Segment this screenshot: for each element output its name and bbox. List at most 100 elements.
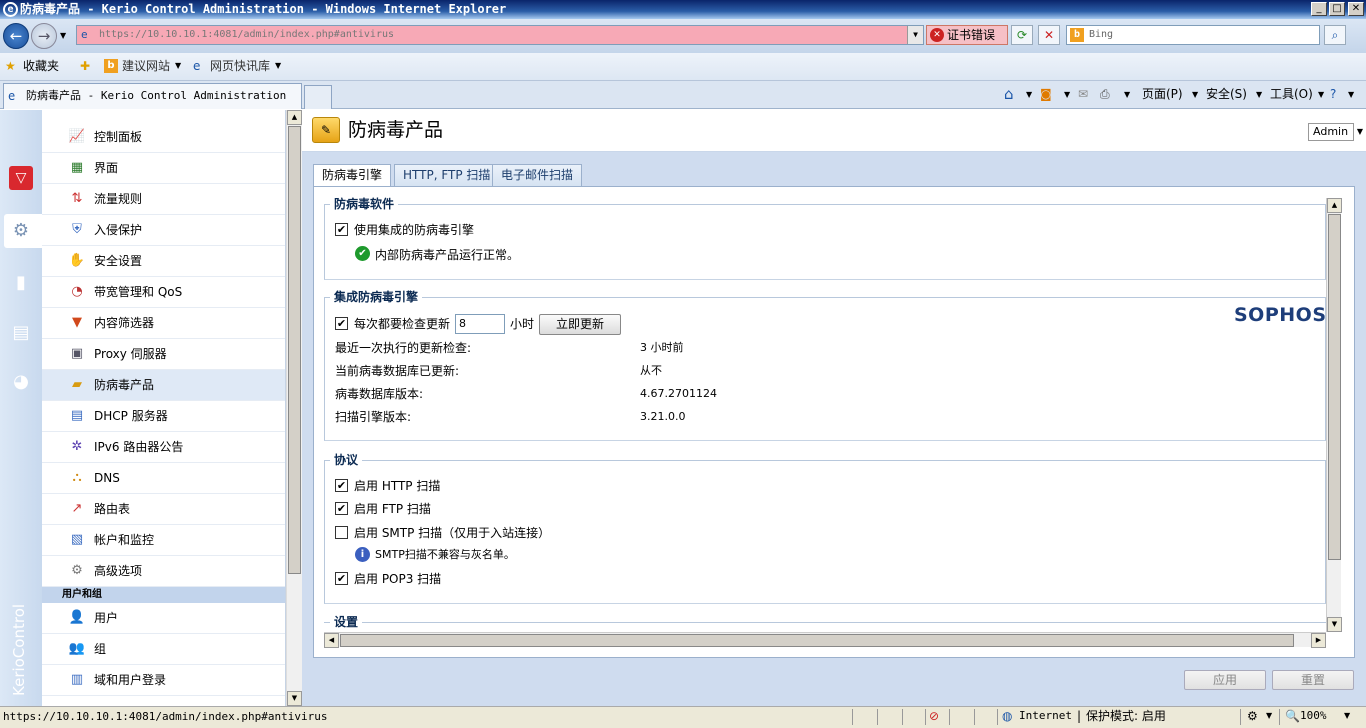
panel-scroll-thumb[interactable] (1328, 214, 1341, 560)
menu-item-routing[interactable]: ↗ 路由表 (42, 494, 285, 525)
tab-email-scanning[interactable]: 电子邮件扫描 (492, 164, 583, 186)
forward-button[interactable]: → (31, 23, 57, 49)
menu-item-domains[interactable]: ▥ 域和用户登录 (42, 665, 285, 696)
page-header: ✎ 防病毒产品 (302, 110, 1366, 152)
menu-item-interfaces[interactable]: ▦ 界面 (42, 153, 285, 184)
zoom-dropdown-icon[interactable]: ▼ (1344, 706, 1350, 726)
print-icon[interactable]: ⎙ (1100, 81, 1110, 108)
av-status-text: 内部防病毒产品运行正常。 (375, 248, 520, 262)
menu-item-intrusion-prevention[interactable]: ⛨ 入侵保护 (42, 215, 285, 246)
mail-icon[interactable]: ✉ (1078, 81, 1088, 108)
suggested-sites-link[interactable]: 建议网站 (122, 53, 170, 79)
admin-menu[interactable]: Admin ▼ (1308, 123, 1363, 141)
panel-vertical-scrollbar[interactable]: ▲ ▼ (1326, 198, 1342, 632)
menu-item-dns[interactable]: ⛬ DNS (42, 463, 285, 494)
menu-item-content-filter[interactable]: ▼ 内容筛选器 (42, 308, 285, 339)
help-dropdown-icon[interactable]: ▼ (1348, 81, 1354, 108)
close-window-button[interactable]: ✕ (1348, 2, 1364, 16)
tools-menu-dropdown-icon[interactable]: ▼ (1318, 81, 1324, 108)
web-slice-dropdown-icon[interactable]: ▼ (275, 53, 281, 79)
print-dropdown-icon[interactable]: ▼ (1124, 81, 1130, 108)
reset-button[interactable]: 重置 (1272, 670, 1354, 690)
home-dropdown-icon[interactable]: ▼ (1026, 81, 1032, 108)
panel-scroll-down-icon[interactable]: ▼ (1327, 617, 1342, 632)
window-title-bar: e 防病毒产品 - Kerio Control Administration -… (0, 0, 1366, 19)
recent-pages-dropdown-icon[interactable]: ▼ (60, 31, 66, 40)
safety-menu[interactable]: 安全(S) (1206, 81, 1247, 108)
add-favorite-icon[interactable]: ✚ (80, 53, 90, 79)
ftp-scan-checkbox[interactable]: ✔ (335, 502, 348, 515)
menu-item-proxy[interactable]: ▣ Proxy 伺服器 (42, 339, 285, 370)
page-menu[interactable]: 页面(P) (1142, 81, 1183, 108)
tab-http-ftp-scanning[interactable]: HTTP, FTP 扫描 (394, 164, 500, 186)
http-scan-checkbox[interactable]: ✔ (335, 479, 348, 492)
address-dropdown-icon[interactable]: ▼ (907, 26, 923, 44)
menu-scroll-up-icon[interactable]: ▲ (287, 110, 302, 125)
update-hours-input[interactable]: 8 (455, 314, 505, 334)
panel-hscroll-thumb[interactable] (340, 634, 1294, 647)
addons-icon[interactable]: ⚙ (1247, 706, 1258, 726)
back-button[interactable]: ← (3, 23, 29, 49)
statistics-section-icon[interactable]: ▮ (9, 271, 33, 295)
tab-antivirus-engine[interactable]: 防病毒引擎 (313, 164, 392, 187)
maximize-button[interactable]: □ (1329, 2, 1345, 16)
web-slice-link[interactable]: 网页快讯库 (210, 53, 270, 79)
new-tab-button[interactable] (304, 85, 332, 109)
menu-item-security-settings[interactable]: ✋ 安全设置 (42, 246, 285, 277)
menu-item-bandwidth[interactable]: ◔ 带宽管理和 QoS (42, 277, 285, 308)
logs-section-icon[interactable]: ▤ (9, 321, 33, 345)
refresh-button[interactable]: ⟳ (1011, 25, 1033, 45)
panel-scroll-right-icon[interactable]: ▶ (1311, 633, 1326, 648)
panel-horizontal-scrollbar[interactable]: ◀ ▶ (324, 632, 1326, 648)
minimize-button[interactable]: _ (1311, 2, 1327, 16)
reports-section-icon[interactable]: ◕ (9, 370, 33, 394)
funnel-icon: ▼ (72, 315, 82, 330)
gear-section-icon[interactable]: ⚙ (9, 219, 33, 243)
search-button[interactable]: ⌕ (1324, 25, 1346, 45)
addons-dropdown-icon[interactable]: ▼ (1266, 706, 1272, 726)
dhcp-icon: ▤ (70, 408, 84, 423)
smtp-scan-checkbox[interactable] (335, 526, 348, 539)
pop3-scan-checkbox[interactable]: ✔ (335, 572, 348, 585)
update-now-button[interactable]: 立即更新 (539, 314, 621, 335)
menu-item-ipv6[interactable]: ✲ IPv6 路由器公告 (42, 432, 285, 463)
use-integrated-checkbox[interactable]: ✔ (335, 223, 348, 236)
certificate-error-button[interactable]: ✕ 证书错误 (926, 25, 1008, 45)
hours-unit-label: 小时 (510, 317, 535, 331)
menu-item-dhcp[interactable]: ▤ DHCP 服务器 (42, 401, 285, 432)
stop-button[interactable]: ✕ (1038, 25, 1060, 45)
protected-mode-label[interactable]: 保护模式: 启用 (1086, 706, 1166, 726)
panel-scroll-left-icon[interactable]: ◀ (324, 633, 339, 648)
zoom-level[interactable]: 100% (1300, 706, 1327, 726)
menu-item-users[interactable]: 👤 用户 (42, 603, 285, 634)
page-menu-dropdown-icon[interactable]: ▼ (1192, 81, 1198, 108)
sophos-logo: SOPHOS (1234, 304, 1327, 326)
blocked-content-icon[interactable]: ⊘ (929, 706, 939, 726)
apply-button[interactable]: 应用 (1184, 670, 1266, 690)
safety-menu-dropdown-icon[interactable]: ▼ (1256, 81, 1262, 108)
pop3-scan-label: 启用 POP3 扫描 (354, 572, 442, 586)
check-updates-checkbox[interactable]: ✔ (335, 317, 348, 330)
help-icon[interactable]: ? (1330, 81, 1336, 108)
feeds-icon[interactable]: ◙ (1040, 81, 1052, 108)
menu-item-antivirus[interactable]: ▰ 防病毒产品 (42, 370, 285, 401)
av-software-fieldset (324, 204, 1326, 280)
security-section-icon[interactable]: ▽ (9, 166, 33, 190)
menu-item-accounting[interactable]: ▧ 帐户和监控 (42, 525, 285, 556)
suggested-dropdown-icon[interactable]: ▼ (175, 53, 181, 79)
menu-scroll-down-icon[interactable]: ▼ (287, 691, 302, 706)
menu-item-groups[interactable]: 👥 组 (42, 634, 285, 665)
menu-item-dashboard[interactable]: 📈 控制面板 (42, 122, 285, 153)
favorites-button[interactable]: 收藏夹 (23, 53, 59, 79)
menu-scrollbar[interactable]: ▲ ▼ (286, 110, 302, 706)
menu-scroll-thumb[interactable] (288, 126, 301, 574)
home-icon[interactable]: ⌂ (1004, 81, 1014, 108)
browser-tab-active[interactable]: e 防病毒产品 - Kerio Control Administration (3, 83, 302, 109)
search-input[interactable]: b Bing (1066, 25, 1320, 45)
menu-item-advanced[interactable]: ⚙ 高级选项 (42, 556, 285, 587)
tools-menu[interactable]: 工具(O) (1270, 81, 1313, 108)
address-bar[interactable]: e https://10.10.10.1:4081/admin/index.ph… (76, 25, 924, 45)
menu-item-traffic-rules[interactable]: ⇅ 流量规则 (42, 184, 285, 215)
feeds-dropdown-icon[interactable]: ▼ (1064, 81, 1070, 108)
panel-scroll-up-icon[interactable]: ▲ (1327, 198, 1342, 213)
